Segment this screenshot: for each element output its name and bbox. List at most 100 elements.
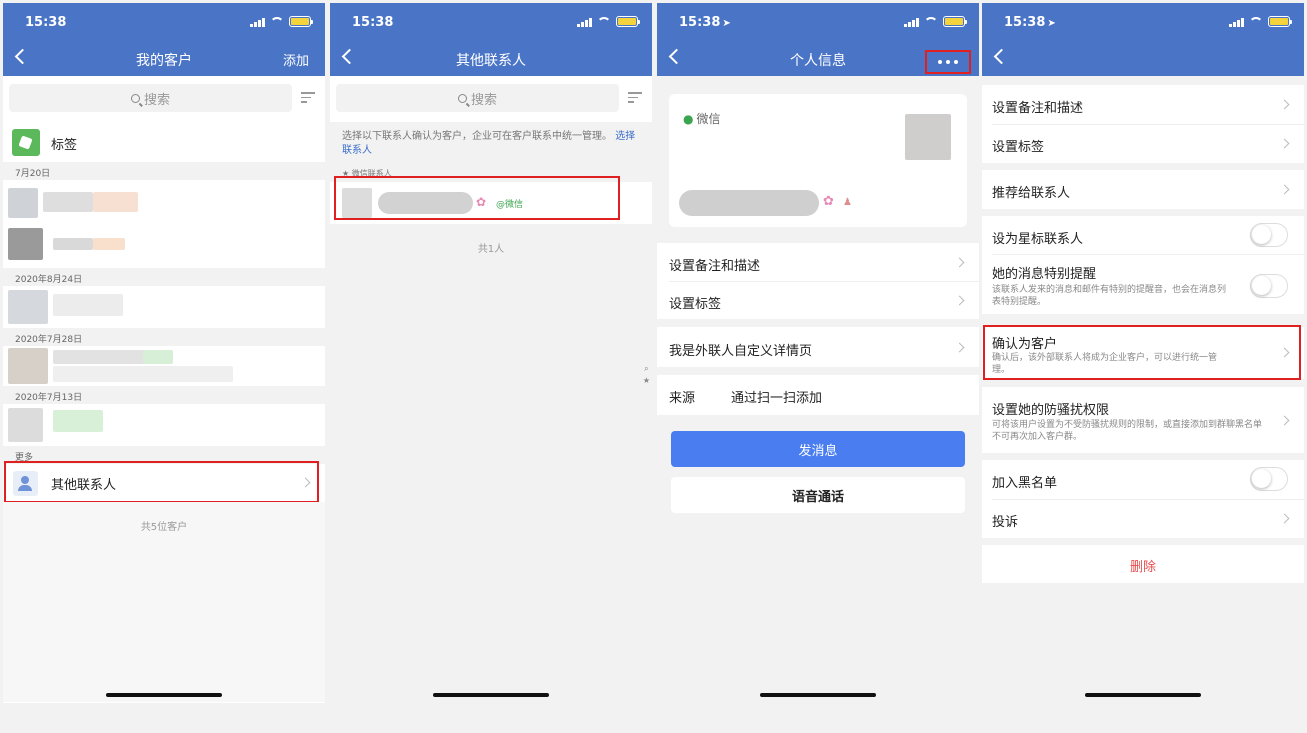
personal-info-screen: 15:38 ➤ 个人信息 ● 微信 ✿ ♟ 设置备注和描述 设置标签 我是外联人… [657, 3, 979, 703]
hint-text: 选择以下联系人确认为客户，企业可在客户联系中统一管理。 选择联系人 [342, 130, 638, 158]
anti-harass-row[interactable]: 设置她的防骚扰权限 可将该用户设置为不受防骚扰规则的限制，或直接添加到群聊黑名单… [982, 387, 1304, 453]
search-bar: 搜索 [3, 76, 325, 122]
tag-icon [12, 129, 40, 156]
wifi-icon [1249, 16, 1263, 27]
status-time: 15:38 ➤ [679, 15, 731, 30]
search-placeholder: 搜索 [143, 92, 170, 108]
tags-row[interactable]: 设置标签 [657, 281, 979, 319]
chevron-right-icon [1279, 99, 1290, 110]
remark-label: 设置备注和描述 [669, 259, 761, 274]
navigation-bar: 15:38 ➤ 个人信息 [657, 3, 979, 76]
list-item[interactable] [8, 228, 43, 260]
voice-call-button[interactable]: 语音通话 [671, 477, 965, 513]
status-icons [250, 16, 313, 27]
highlight-box [4, 461, 319, 503]
block-group: 加入黑名单 投诉 [982, 460, 1304, 538]
status-time-text: 15:38 [679, 15, 721, 30]
section-divider: 7月20日 [3, 162, 325, 180]
status-icons [577, 16, 640, 27]
remark-row[interactable]: 设置备注和描述 [657, 243, 979, 281]
more-button[interactable] [925, 50, 971, 74]
custom-detail-row[interactable]: 我是外联人自定义详情页 [657, 327, 979, 367]
report-row[interactable]: 投诉 [982, 499, 1304, 538]
screenshot-stage: 15:38 我的客户 添加 搜索 标签 7月20日 2020年8月24日 202… [0, 0, 1307, 733]
index-bar[interactable]: ⌕ ★ [643, 363, 650, 387]
signal-icon [904, 17, 919, 27]
home-indicator [433, 693, 549, 697]
list-item [93, 238, 125, 250]
list-item[interactable] [3, 346, 325, 386]
settings-group: 设置备注和描述 设置标签 [982, 85, 1304, 163]
wifi-icon [924, 16, 938, 27]
list-footer: 共5位客户 [3, 502, 325, 702]
list-footer: 共1人 [330, 224, 652, 703]
tags-row[interactable]: 标签 [3, 122, 325, 162]
chevron-right-icon [1279, 513, 1290, 524]
source-row: 来源 通过扫一扫添加 [657, 375, 979, 415]
location-icon: ➤ [722, 18, 731, 29]
status-icons [904, 16, 967, 27]
notify-row: 她的消息特别提醒 该联系人发来的消息和邮件有特别的提醒音，也会在消息列表特别提醒… [982, 254, 1304, 314]
delete-row[interactable]: 删除 [982, 545, 1304, 583]
add-button[interactable]: 添加 [283, 50, 309, 69]
contact-count: 共1人 [477, 244, 505, 255]
avatar[interactable] [905, 114, 951, 160]
notify-group: 设为星标联系人 她的消息特别提醒 该联系人发来的消息和邮件有特别的提醒音，也会在… [982, 216, 1304, 314]
battery-icon [943, 16, 967, 27]
list-item[interactable] [3, 404, 325, 446]
wechat-label: 微信 [696, 112, 721, 126]
list-item[interactable] [8, 188, 38, 218]
blacklist-toggle[interactable] [1250, 467, 1288, 491]
send-message-button[interactable]: 发消息 [671, 431, 965, 467]
chevron-right-icon [1279, 184, 1290, 195]
anti-harass-description: 可将该用户设置为不受防骚扰规则的限制，或直接添加到群聊黑名单不可再次加入客户群。 [992, 420, 1263, 442]
anti-harass-label: 设置她的防骚扰权限 [992, 403, 1110, 418]
notify-toggle[interactable] [1250, 274, 1288, 298]
recommend-row[interactable]: 推荐给联系人 [982, 170, 1304, 209]
avatar [8, 348, 48, 384]
list-item[interactable] [3, 286, 325, 328]
status-time: 15:38 [352, 15, 394, 30]
back-icon[interactable] [992, 47, 1012, 67]
delete-button[interactable]: 删除 [982, 556, 1304, 575]
signal-icon [577, 17, 592, 27]
highlight-box [983, 325, 1301, 380]
star-toggle[interactable] [1250, 223, 1288, 247]
search-input[interactable]: 搜索 [336, 84, 619, 112]
navigation-bar: 15:38 我的客户 添加 [3, 3, 325, 76]
signal-icon [1229, 17, 1244, 27]
home-indicator [1085, 693, 1201, 697]
wechat-badge: ● 微信 [683, 110, 721, 127]
hint-section: 选择以下联系人确认为客户，企业可在客户联系中统一管理。 选择联系人 ★ 微信联系… [330, 122, 652, 182]
status-time: 15:38 [25, 15, 67, 30]
report-label: 投诉 [992, 515, 1019, 530]
remark-label: 设置备注和描述 [992, 101, 1084, 116]
my-customers-screen: 15:38 我的客户 添加 搜索 标签 7月20日 2020年8月24日 202… [3, 3, 325, 703]
more-settings-screen: 15:38 ➤ 设置备注和描述 设置标签 推荐给联系人 设为星标联系人 她的消息… [982, 3, 1304, 703]
page-title: 其他联系人 [456, 53, 526, 69]
notify-description: 该联系人发来的消息和邮件有特别的提醒音，也会在消息列表特别提醒。 [992, 285, 1227, 307]
avatar [8, 408, 43, 442]
list-item [53, 238, 93, 250]
notify-label: 她的消息特别提醒 [992, 267, 1097, 282]
tags-label: 设置标签 [992, 140, 1045, 155]
list-item [53, 366, 233, 382]
home-indicator [760, 693, 876, 697]
sort-icon[interactable] [628, 92, 642, 104]
search-input[interactable]: 搜索 [9, 84, 292, 112]
tags-label: 设置标签 [669, 297, 722, 312]
date-label: 2020年7月28日 [15, 335, 83, 345]
tags-label: 标签 [51, 138, 78, 153]
chevron-right-icon [954, 295, 965, 306]
other-contacts-screen: 15:38 其他联系人 搜索 选择以下联系人确认为客户，企业可在客户联系中统一管… [330, 3, 652, 703]
flower-icon: ✿ [823, 194, 834, 209]
chevron-right-icon [954, 342, 965, 353]
sort-icon[interactable] [301, 92, 315, 104]
hint-body: 选择以下联系人确认为客户，企业可在客户联系中统一管理。 [342, 131, 612, 142]
list-item [93, 192, 138, 212]
search-bar: 搜索 [330, 76, 652, 122]
list-item [143, 350, 173, 364]
status-time-text: 15:38 [1004, 15, 1046, 30]
remark-row[interactable]: 设置备注和描述 [982, 85, 1304, 124]
tags-row[interactable]: 设置标签 [982, 124, 1304, 163]
